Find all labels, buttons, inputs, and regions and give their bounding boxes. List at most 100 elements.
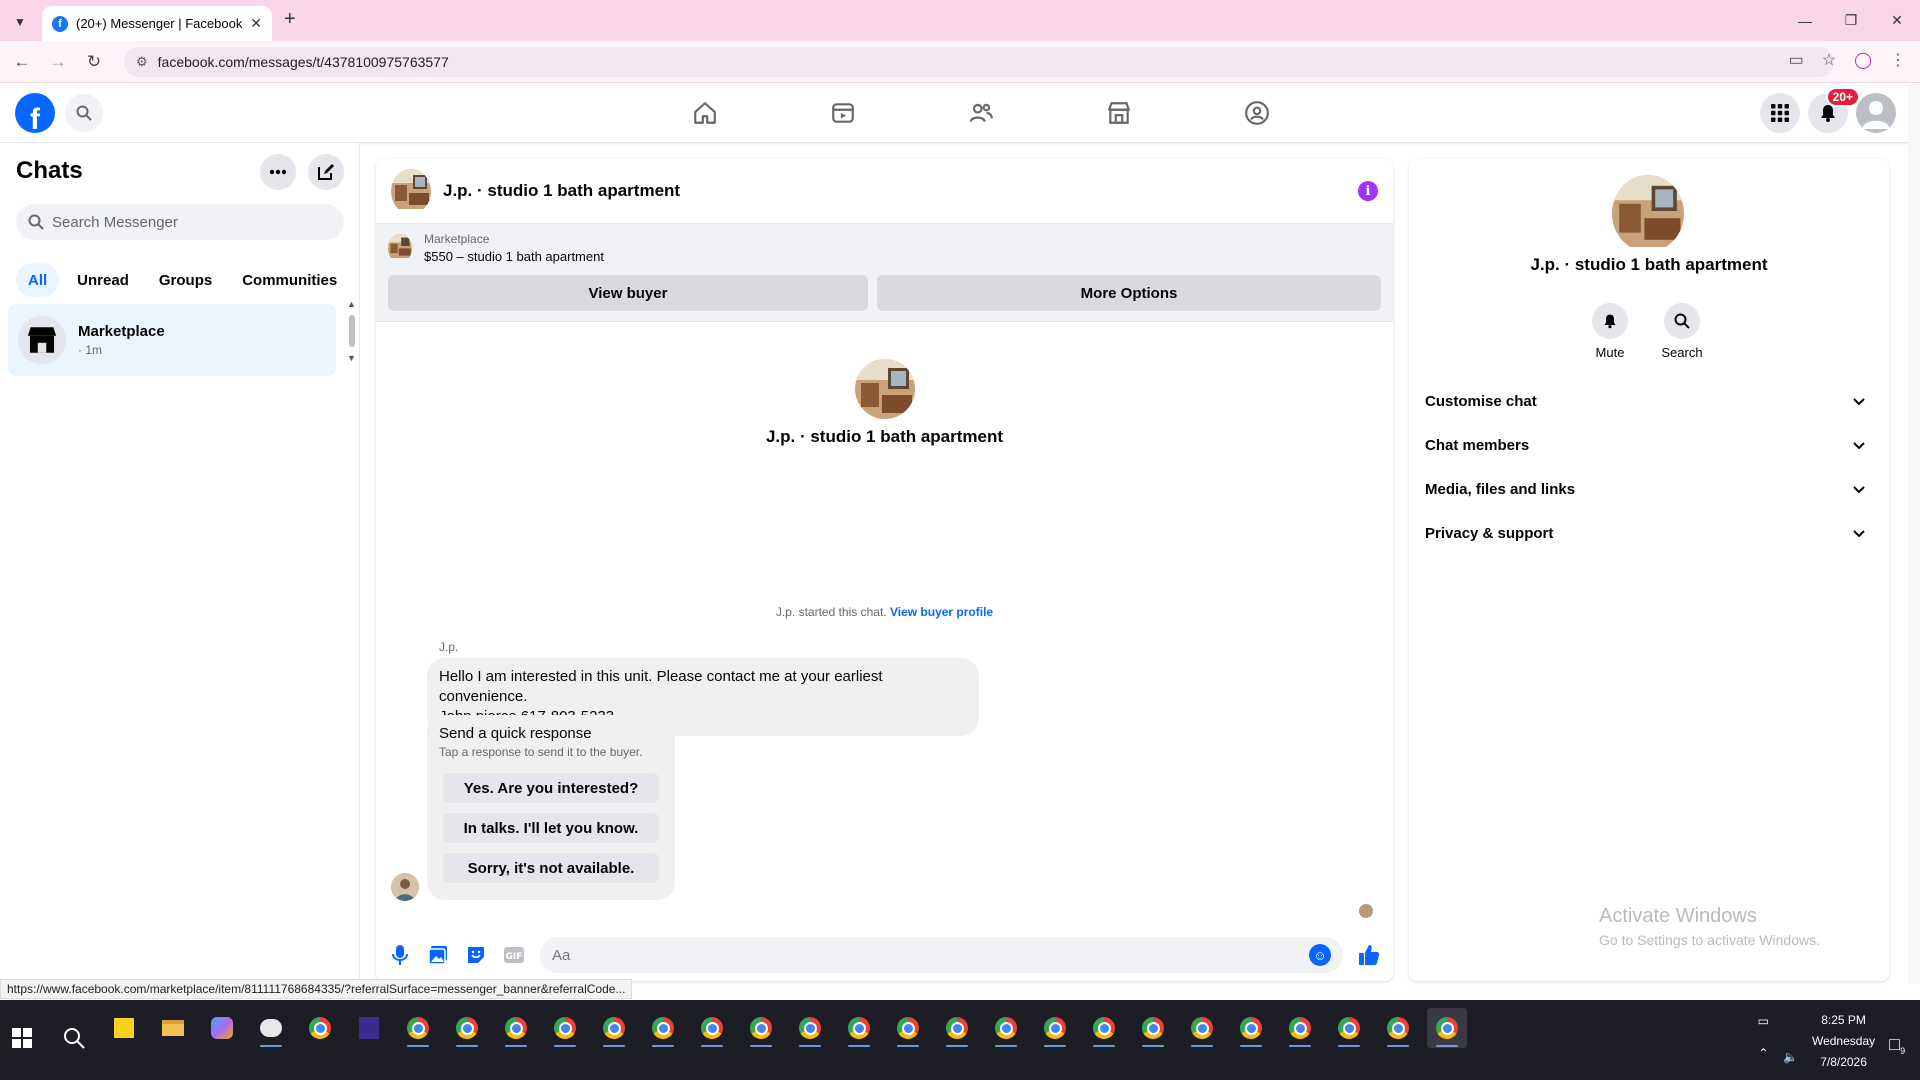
paint-app-icon[interactable] (251, 1008, 291, 1048)
chrome-icon[interactable] (300, 1008, 340, 1048)
listing-thumbnail[interactable] (388, 233, 412, 263)
forward-icon[interactable]: → (46, 50, 70, 74)
customise-chat-section[interactable]: Customise chat (1425, 379, 1873, 423)
chrome-window-icon[interactable] (1378, 1008, 1418, 1048)
chrome-window-icon[interactable] (1427, 1008, 1467, 1048)
restore-icon[interactable]: ❐ (1828, 0, 1874, 41)
window-close-icon[interactable]: ✕ (1874, 0, 1920, 41)
chrome-window-icon[interactable] (643, 1008, 683, 1048)
chrome-window-icon[interactable] (447, 1008, 487, 1048)
new-tab-icon[interactable]: + (284, 8, 296, 31)
browser-menu-icon[interactable]: ⋮ (1890, 50, 1906, 70)
home-nav-icon[interactable] (636, 84, 774, 142)
chrome-window-icon[interactable] (888, 1008, 928, 1048)
info-panel-avatar[interactable] (1612, 175, 1684, 252)
scroll-up-icon[interactable]: ▲ (347, 299, 356, 309)
notifications-bell-icon[interactable]: 20+ (1808, 87, 1860, 133)
volume-icon[interactable]: 🔈 (1783, 1010, 1798, 1064)
profile-icon[interactable]: ◯ (1854, 50, 1872, 70)
search-in-conversation-button[interactable]: Search (1652, 303, 1712, 360)
chat-members-section[interactable]: Chat members (1425, 423, 1873, 467)
back-icon[interactable]: ← (10, 50, 34, 74)
privacy-support-section[interactable]: Privacy & support (1425, 511, 1873, 555)
scroll-down-icon[interactable]: ▼ (347, 353, 356, 363)
chrome-window-icon[interactable] (1280, 1008, 1320, 1048)
filter-groups[interactable]: Groups (147, 263, 224, 297)
quick-response-in-talks-button[interactable]: In talks. I'll let you know. (443, 813, 659, 843)
filter-communities[interactable]: Communities (230, 263, 349, 297)
marketplace-nav-icon[interactable] (1050, 84, 1188, 142)
new-message-icon[interactable] (308, 154, 344, 190)
chrome-window-icon[interactable] (1182, 1008, 1222, 1048)
notification-center-icon[interactable]: □ 9 (1889, 1010, 1905, 1056)
chat-list-item-marketplace[interactable]: Marketplace · 1m (8, 304, 336, 376)
sender-avatar[interactable] (391, 873, 419, 901)
chrome-window-icon[interactable] (937, 1008, 977, 1048)
taskbar-clock[interactable]: 8:25 PM Wednesday 7/8/2026 (1812, 1010, 1875, 1073)
chrome-window-icon[interactable] (545, 1008, 585, 1048)
view-buyer-profile-link[interactable]: View buyer profile (890, 605, 993, 619)
chrome-window-icon[interactable] (594, 1008, 634, 1048)
filter-all[interactable]: All (16, 263, 60, 297)
chrome-window-icon[interactable] (1133, 1008, 1173, 1048)
menu-grid-icon[interactable] (1760, 93, 1800, 133)
chrome-window-icon[interactable] (496, 1008, 536, 1048)
facebook-logo-icon[interactable]: f (15, 93, 55, 133)
chrome-window-icon[interactable] (692, 1008, 732, 1048)
install-app-icon[interactable]: ▭ (1789, 50, 1804, 70)
chrome-window-icon[interactable] (398, 1008, 438, 1048)
gif-icon[interactable]: GIF (502, 943, 526, 967)
facebook-search-icon[interactable] (65, 94, 103, 132)
chrome-window-icon[interactable] (790, 1008, 830, 1048)
voice-clip-icon[interactable] (388, 943, 412, 967)
reload-icon[interactable]: ↻ (82, 50, 106, 74)
page-scrollbar[interactable] (1908, 84, 1920, 984)
chrome-window-icon[interactable] (1084, 1008, 1124, 1048)
messenger-search-input[interactable] (52, 213, 322, 231)
conversation-title[interactable]: J.p. · studio 1 bath apartment (443, 181, 1346, 201)
video-nav-icon[interactable] (774, 84, 912, 142)
taskbar-search-icon[interactable] (62, 1026, 86, 1055)
bookmark-star-icon[interactable]: ☆ (1822, 50, 1836, 70)
friends-nav-icon[interactable] (912, 84, 1050, 142)
chrome-window-icon[interactable] (839, 1008, 879, 1048)
conversation-info-icon[interactable]: i (1358, 181, 1378, 201)
chats-options-icon[interactable] (260, 154, 296, 190)
address-bar[interactable]: ⚙ facebook.com/messages/t/43781009757635… (124, 47, 1834, 77)
tab-search-chevron-icon[interactable]: ▼ (8, 10, 32, 34)
message-input-field[interactable]: ☺ (540, 937, 1343, 973)
more-options-button[interactable]: More Options (877, 275, 1381, 311)
file-explorer-icon[interactable] (153, 1008, 193, 1048)
chrome-window-icon[interactable] (1329, 1008, 1369, 1048)
message-input[interactable] (552, 946, 1309, 964)
media-files-links-section[interactable]: Media, files and links (1425, 467, 1873, 511)
scrollbar-thumb[interactable] (349, 315, 355, 347)
windows-start-icon[interactable] (12, 1028, 32, 1053)
browser-tab[interactable]: f (20+) Messenger | Facebook ✕ (42, 6, 272, 41)
messenger-search-field[interactable] (16, 204, 344, 240)
site-info-icon[interactable]: ⚙ (136, 54, 148, 70)
chrome-window-icon[interactable] (741, 1008, 781, 1048)
view-buyer-button[interactable]: View buyer (388, 275, 868, 311)
chrome-window-icon[interactable] (1035, 1008, 1075, 1048)
sticky-notes-icon[interactable] (104, 1008, 144, 1048)
attach-photo-icon[interactable] (426, 943, 450, 967)
sticker-icon[interactable] (464, 943, 488, 967)
quick-response-not-available-button[interactable]: Sorry, it's not available. (443, 853, 659, 883)
listing-price-title[interactable]: $550 – studio 1 bath apartment (424, 249, 604, 264)
groups-nav-icon[interactable] (1188, 84, 1326, 142)
show-hidden-icons-icon[interactable]: ⌃ (1758, 1046, 1768, 1060)
tab-close-icon[interactable]: ✕ (250, 15, 262, 32)
emoji-icon[interactable]: ☺ (1309, 944, 1331, 966)
media-app-icon[interactable] (349, 1008, 389, 1048)
network-icon[interactable]: ▭ (1758, 1014, 1769, 1028)
account-avatar[interactable] (1856, 93, 1896, 133)
chrome-window-icon[interactable] (986, 1008, 1026, 1048)
like-thumb-icon[interactable] (1357, 943, 1381, 967)
filter-unread[interactable]: Unread (65, 263, 141, 297)
mute-button[interactable]: Mute (1580, 303, 1640, 360)
chrome-window-icon[interactable] (1231, 1008, 1271, 1048)
sidebar-scrollbar[interactable]: ▲ ▼ (346, 299, 356, 368)
listing-avatar[interactable] (391, 168, 431, 214)
minimize-icon[interactable]: — (1782, 0, 1828, 41)
